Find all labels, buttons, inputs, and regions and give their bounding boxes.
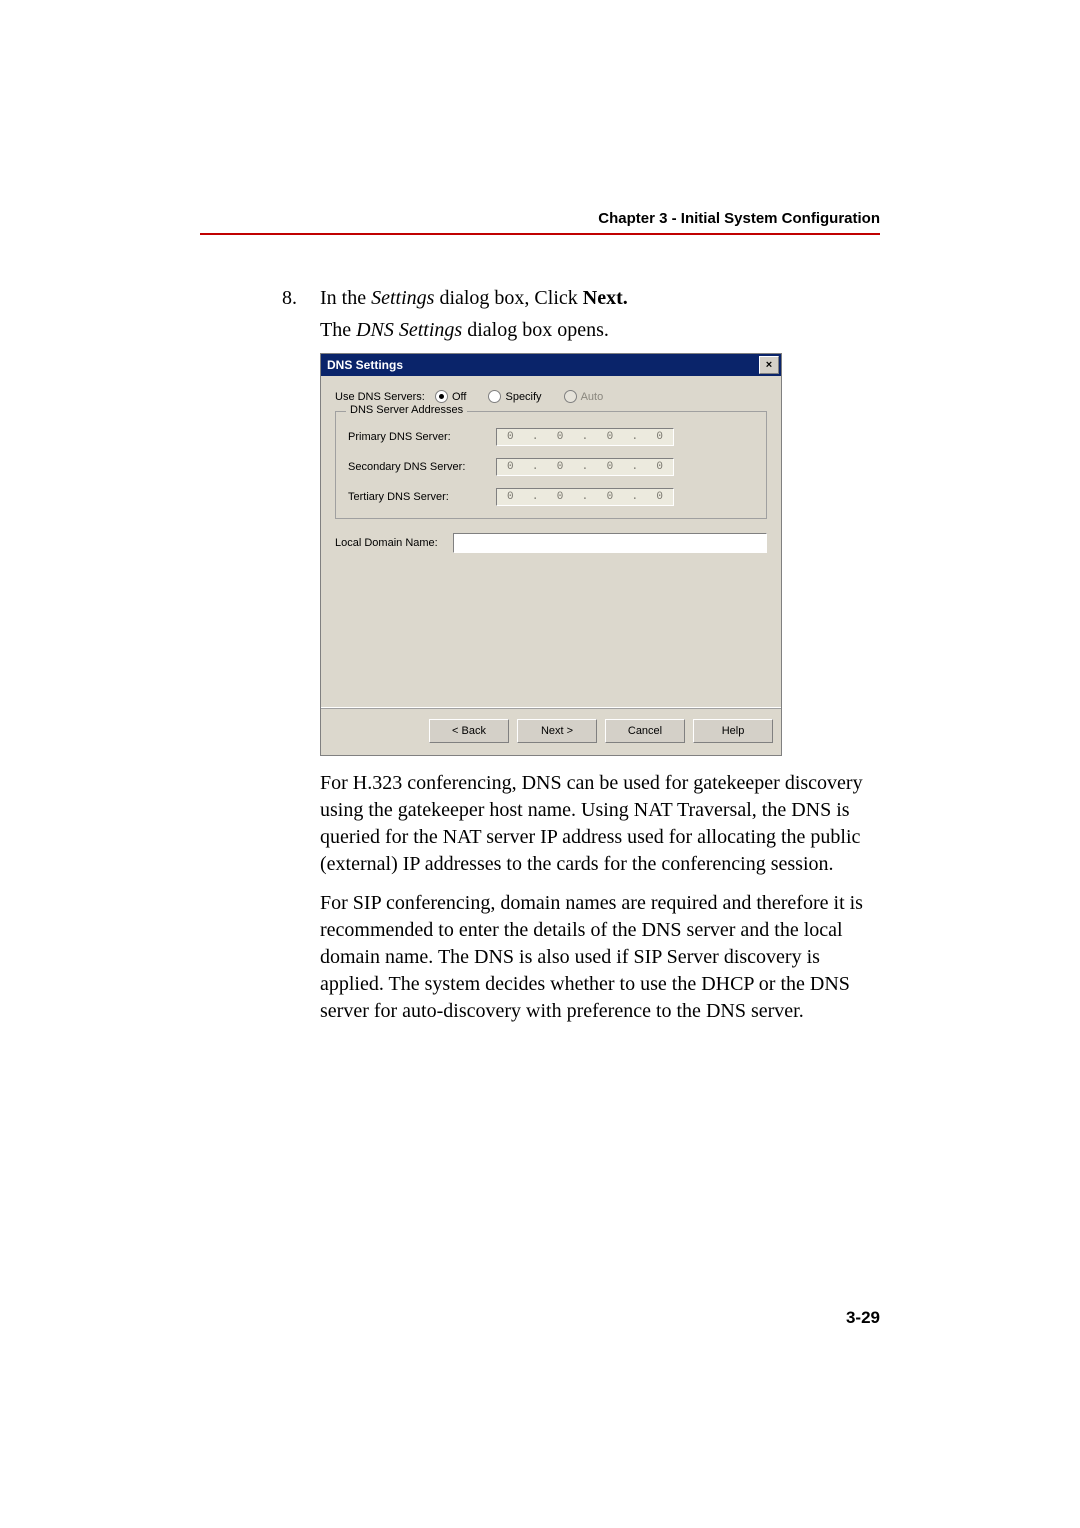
radio-auto-label: Auto bbox=[581, 391, 604, 403]
page-number: 3-29 bbox=[846, 1308, 880, 1328]
local-domain-input[interactable] bbox=[453, 533, 767, 553]
dialog-button-row: < Back Next > Cancel Help bbox=[321, 709, 781, 755]
use-dns-label: Use DNS Servers: bbox=[335, 391, 435, 403]
ip-dot: . bbox=[631, 461, 638, 473]
ip-octet: 0 bbox=[503, 431, 518, 443]
radio-off-label: Off bbox=[452, 391, 466, 403]
ip-dot: . bbox=[532, 431, 539, 443]
ip-dot: . bbox=[582, 431, 589, 443]
local-domain-label: Local Domain Name: bbox=[335, 537, 453, 549]
ip-octet: 0 bbox=[652, 491, 667, 503]
help-button[interactable]: Help bbox=[693, 719, 773, 743]
ip-dot: . bbox=[582, 461, 589, 473]
step-line: 8. In the Settings dialog box, Click Nex… bbox=[320, 285, 880, 311]
ip-octet: 0 bbox=[603, 491, 618, 503]
ip-dot: . bbox=[631, 431, 638, 443]
back-button[interactable]: < Back bbox=[429, 719, 509, 743]
groupbox-title: DNS Server Addresses bbox=[346, 404, 467, 416]
ip-octet: 0 bbox=[652, 461, 667, 473]
ip-dot: . bbox=[631, 491, 638, 503]
radio-icon bbox=[488, 390, 501, 403]
subline-post: dialog box opens. bbox=[462, 319, 609, 341]
step-text-italic: Settings bbox=[371, 287, 434, 309]
body-area: 8. In the Settings dialog box, Click Nex… bbox=[320, 285, 880, 1025]
primary-dns-label: Primary DNS Server: bbox=[348, 431, 496, 443]
ip-octet: 0 bbox=[603, 461, 618, 473]
use-dns-row: Use DNS Servers: Off Specify Auto bbox=[335, 390, 767, 403]
ip-dot: . bbox=[532, 491, 539, 503]
ip-octet: 0 bbox=[503, 491, 518, 503]
ip-octet: 0 bbox=[652, 431, 667, 443]
close-icon: × bbox=[766, 359, 772, 371]
subline-pre: The bbox=[320, 319, 356, 341]
dialog-title: DNS Settings bbox=[327, 358, 403, 372]
local-domain-row: Local Domain Name: bbox=[335, 533, 767, 553]
cancel-button[interactable]: Cancel bbox=[605, 719, 685, 743]
radio-specify-option[interactable]: Specify bbox=[488, 390, 541, 403]
ip-octet: 0 bbox=[503, 461, 518, 473]
tertiary-dns-input[interactable]: 0. 0. 0. 0 bbox=[496, 488, 674, 506]
radio-icon bbox=[564, 390, 577, 403]
primary-dns-row: Primary DNS Server: 0. 0. 0. 0 bbox=[348, 428, 754, 446]
ip-octet: 0 bbox=[553, 491, 568, 503]
radio-off-option[interactable]: Off bbox=[435, 390, 466, 403]
next-button[interactable]: Next > bbox=[517, 719, 597, 743]
step-text-pre: In the bbox=[320, 287, 371, 309]
dns-settings-dialog: DNS Settings × Use DNS Servers: Off bbox=[320, 353, 782, 756]
ip-octet: 0 bbox=[553, 461, 568, 473]
dialog-spacer bbox=[335, 553, 767, 703]
ip-dot: . bbox=[582, 491, 589, 503]
secondary-dns-label: Secondary DNS Server: bbox=[348, 461, 496, 473]
subline-italic: DNS Settings bbox=[356, 319, 462, 341]
ip-octet: 0 bbox=[603, 431, 618, 443]
close-button[interactable]: × bbox=[759, 356, 779, 374]
dialog-titlebar: DNS Settings × bbox=[321, 354, 781, 376]
ip-dot: . bbox=[532, 461, 539, 473]
paragraph-1: For H.323 conferencing, DNS can be used … bbox=[320, 770, 880, 878]
primary-dns-input[interactable]: 0. 0. 0. 0 bbox=[496, 428, 674, 446]
ip-octet: 0 bbox=[553, 431, 568, 443]
radio-specify-label: Specify bbox=[505, 391, 541, 403]
secondary-dns-row: Secondary DNS Server: 0. 0. 0. 0 bbox=[348, 458, 754, 476]
tertiary-dns-row: Tertiary DNS Server: 0. 0. 0. 0 bbox=[348, 488, 754, 506]
radio-icon bbox=[435, 390, 448, 403]
step-text-bold: Next. bbox=[583, 287, 628, 309]
step-subline: The DNS Settings dialog box opens. bbox=[320, 317, 880, 343]
dialog-body: Use DNS Servers: Off Specify Auto bbox=[321, 376, 781, 707]
secondary-dns-input[interactable]: 0. 0. 0. 0 bbox=[496, 458, 674, 476]
paragraph-2: For SIP conferencing, domain names are r… bbox=[320, 890, 880, 1025]
step-number: 8. bbox=[282, 285, 297, 311]
page: Chapter 3 - Initial System Configuration… bbox=[0, 0, 1080, 1528]
dialog-wrap: DNS Settings × Use DNS Servers: Off bbox=[320, 353, 880, 756]
chapter-header: Chapter 3 - Initial System Configuration bbox=[200, 210, 880, 235]
tertiary-dns-label: Tertiary DNS Server: bbox=[348, 491, 496, 503]
step-text-mid: dialog box, Click bbox=[434, 287, 582, 309]
dns-server-addresses-group: DNS Server Addresses Primary DNS Server:… bbox=[335, 411, 767, 519]
radio-auto-option: Auto bbox=[564, 390, 604, 403]
